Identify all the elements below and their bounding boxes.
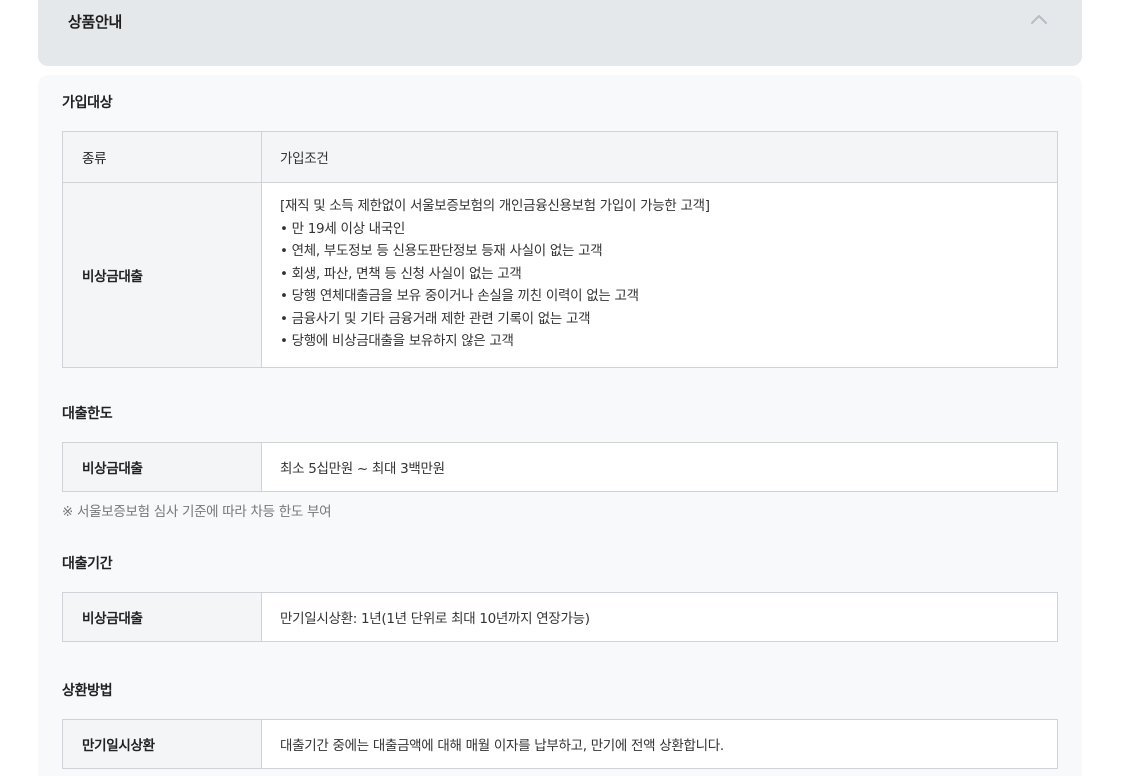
eligibility-type: 비상금대출 <box>62 182 262 368</box>
accordion-header[interactable]: 상품안내 <box>38 0 1082 66</box>
accordion-title: 상품안내 <box>68 13 123 31</box>
limit-note: ※ 서울보증보험 심사 기준에 따라 차등 한도 부여 <box>62 504 332 520</box>
table-row: 비상금대출 만기일시상환: 1년(1년 단위로 최대 10년까지 연장가능) <box>62 592 1058 642</box>
accordion-panel: 가입대상 종류 가입조건 비상금대출 [재직 및 소득 제한없이 서울보증보험의… <box>38 75 1082 776</box>
table-row: 만기일시상환 대출기간 중에는 대출금액에 대해 매월 이자를 납부하고, 만기… <box>62 719 1058 769</box>
condition-line: • 연체, 부도정보 등 신용도판단정보 등재 사실이 없는 고객 <box>280 243 603 259</box>
condition-line: • 금융사기 및 기타 금융거래 제한 관련 기록이 없는 고객 <box>280 310 591 327</box>
limit-value: 최소 5십만원 ~ 최대 3백만원 <box>261 442 1058 492</box>
table-header-row: 종류 가입조건 <box>62 131 1058 183</box>
condition-line: [재직 및 소득 제한없이 서울보증보험의 개인금융신용보험 가입이 가능한 고… <box>280 198 710 214</box>
condition-line: • 회생, 파산, 면책 등 신청 사실이 없는 고객 <box>280 265 522 282</box>
section-title-eligibility: 가입대상 <box>62 95 113 111</box>
repayment-type: 만기일시상환 <box>62 719 262 769</box>
condition-line: • 당행에 비상금대출을 보유하지 않은 고객 <box>280 333 514 349</box>
section-title-period: 대출기간 <box>62 556 113 572</box>
condition-line: • 만 19세 이상 내국인 <box>280 220 406 237</box>
section-title-limit: 대출한도 <box>62 406 113 422</box>
header-condition: 가입조건 <box>261 131 1058 183</box>
limit-table: 비상금대출 최소 5십만원 ~ 최대 3백만원 <box>62 442 1058 492</box>
header-type: 종류 <box>62 131 262 183</box>
period-value: 만기일시상환: 1년(1년 단위로 최대 10년까지 연장가능) <box>261 592 1058 642</box>
period-table: 비상금대출 만기일시상환: 1년(1년 단위로 최대 10년까지 연장가능) <box>62 592 1058 642</box>
period-type: 비상금대출 <box>62 592 262 642</box>
repayment-table: 만기일시상환 대출기간 중에는 대출금액에 대해 매월 이자를 납부하고, 만기… <box>62 719 1058 769</box>
section-title-repayment: 상환방법 <box>62 683 113 699</box>
repayment-value: 대출기간 중에는 대출금액에 대해 매월 이자를 납부하고, 만기에 전액 상환… <box>261 719 1058 769</box>
eligibility-table: 종류 가입조건 비상금대출 [재직 및 소득 제한없이 서울보증보험의 개인금융… <box>62 131 1058 368</box>
table-row: 비상금대출 최소 5십만원 ~ 최대 3백만원 <box>62 442 1058 492</box>
product-info-page: 상품안내 가입대상 종류 가입조건 비상금대출 [재직 및 소득 제한없이 서울… <box>0 0 1132 776</box>
condition-line: • 당행 연체대출금을 보유 중이거나 손실을 끼친 이력이 없는 고객 <box>280 288 639 304</box>
table-row: 비상금대출 [재직 및 소득 제한없이 서울보증보험의 개인금융신용보험 가입이… <box>62 182 1058 368</box>
limit-type: 비상금대출 <box>62 442 262 492</box>
eligibility-conditions: [재직 및 소득 제한없이 서울보증보험의 개인금융신용보험 가입이 가능한 고… <box>261 182 1058 368</box>
chevron-up-icon[interactable] <box>1030 12 1048 26</box>
